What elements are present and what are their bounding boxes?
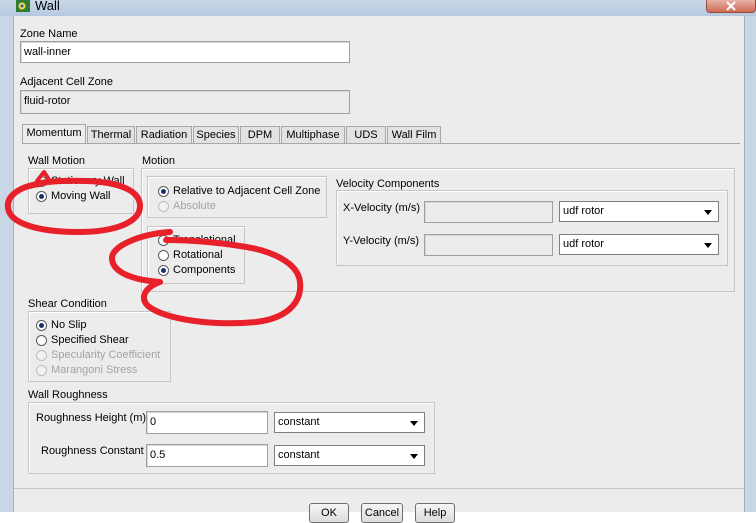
roughness-height-label: Roughness Height (m): [36, 412, 147, 424]
help-button[interactable]: Help: [415, 503, 455, 523]
stationary-wall-label: Stationary Wall: [51, 175, 125, 187]
specified-shear-radio[interactable]: [36, 335, 47, 346]
roughness-constant-method-select[interactable]: constant: [274, 445, 425, 466]
tab-thermal[interactable]: Thermal: [87, 126, 135, 144]
chevron-down-icon: [410, 454, 418, 459]
tab-dpm[interactable]: DPM: [240, 126, 280, 144]
tab-species[interactable]: Species: [193, 126, 239, 144]
wall-motion-title: Wall Motion: [28, 155, 86, 167]
x-velocity-input[interactable]: [424, 201, 553, 223]
y-velocity-method-value: udf rotor: [563, 238, 604, 250]
tab-page-border: [22, 143, 740, 144]
close-icon: [726, 1, 736, 11]
cancel-button[interactable]: Cancel: [361, 503, 403, 523]
y-velocity-input[interactable]: [424, 234, 553, 256]
tab-wall-film[interactable]: Wall Film: [387, 126, 441, 144]
relative-label: Relative to Adjacent Cell Zone: [173, 185, 321, 197]
chevron-down-icon: [704, 210, 712, 215]
motion-title: Motion: [142, 155, 176, 167]
title-bar[interactable]: [0, 0, 756, 16]
y-velocity-method-select[interactable]: udf rotor: [559, 234, 719, 255]
app-icon: [16, 0, 30, 12]
components-label: Components: [173, 264, 236, 276]
x-velocity-method-value: udf rotor: [563, 205, 604, 217]
stationary-wall-radio[interactable]: [36, 176, 47, 187]
window-frame-right: [744, 16, 756, 512]
velocity-components-title: Velocity Components: [336, 178, 440, 190]
translational-radio[interactable]: [158, 235, 169, 246]
zone-name-input[interactable]: wall-inner: [20, 41, 350, 63]
no-slip-label: No Slip: [51, 319, 87, 331]
tab-multiphase[interactable]: Multiphase: [281, 126, 345, 144]
ok-button[interactable]: OK: [309, 503, 349, 523]
specularity-coefficient-label: Specularity Coefficient: [51, 349, 161, 361]
rotational-radio[interactable]: [158, 250, 169, 261]
tab-uds[interactable]: UDS: [346, 126, 386, 144]
moving-wall-radio[interactable]: [36, 191, 47, 202]
wall-roughness-title: Wall Roughness: [28, 389, 108, 401]
chevron-down-icon: [410, 421, 418, 426]
no-slip-radio[interactable]: [36, 320, 47, 331]
y-velocity-label: Y-Velocity (m/s): [343, 235, 420, 247]
roughness-height-method-select[interactable]: constant: [274, 412, 425, 433]
x-velocity-method-select[interactable]: udf rotor: [559, 201, 719, 222]
adjacent-cell-zone-field: fluid-rotor: [20, 90, 350, 114]
roughness-constant-method-value: constant: [278, 449, 320, 461]
chevron-down-icon: [704, 243, 712, 248]
absolute-label: Absolute: [173, 200, 216, 212]
marangoni-stress-radio[interactable]: [36, 365, 47, 376]
relative-radio[interactable]: [158, 186, 169, 197]
roughness-constant-input[interactable]: 0.5: [146, 444, 268, 467]
shear-condition-title: Shear Condition: [28, 298, 107, 310]
rotational-label: Rotational: [173, 249, 223, 261]
marangoni-stress-label: Marangoni Stress: [51, 364, 138, 376]
specified-shear-label: Specified Shear: [51, 334, 129, 346]
button-bar-divider: [14, 488, 744, 489]
roughness-height-method-value: constant: [278, 416, 320, 428]
adjacent-cell-zone-label: Adjacent Cell Zone: [20, 76, 113, 88]
specularity-coefficient-radio[interactable]: [36, 350, 47, 361]
components-radio[interactable]: [158, 265, 169, 276]
roughness-constant-label: Roughness Constant: [41, 445, 144, 457]
zone-name-label: Zone Name: [20, 28, 78, 40]
moving-wall-label: Moving Wall: [51, 190, 111, 202]
x-velocity-label: X-Velocity (m/s): [343, 202, 421, 214]
window-title: Wall: [35, 0, 60, 13]
roughness-height-input[interactable]: 0: [146, 411, 268, 434]
absolute-radio[interactable]: [158, 201, 169, 212]
translational-label: Translational: [173, 234, 236, 246]
close-button[interactable]: [706, 0, 756, 13]
tab-momentum[interactable]: Momentum: [22, 124, 86, 144]
tab-radiation[interactable]: Radiation: [136, 126, 192, 144]
window-frame-left: [0, 16, 14, 512]
